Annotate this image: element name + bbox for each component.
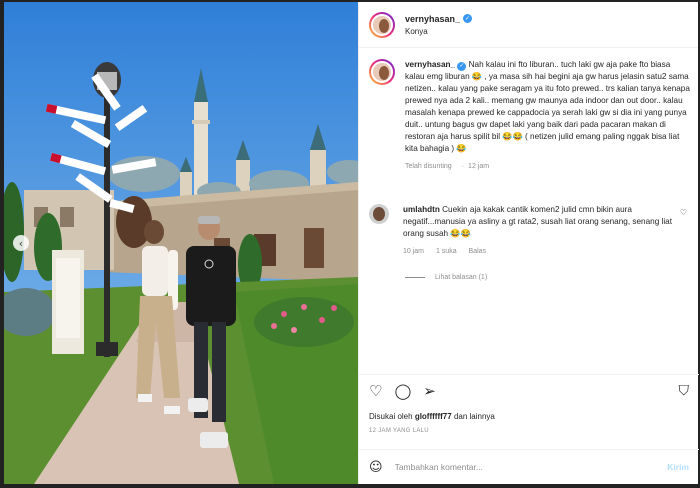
caption-edited-label: Telah disunting (405, 163, 452, 170)
comment-item: umlahdtn Cuekin aja kakak cantik komen2 … (369, 204, 691, 258)
post-comment-button[interactable]: Kirim (667, 462, 689, 472)
chevron-left-icon[interactable]: ‹ (13, 235, 29, 251)
post-photo: ‹ (4, 2, 358, 484)
photo-illustration (4, 2, 358, 484)
heart-icon[interactable]: ♡ (369, 383, 382, 399)
caption-username[interactable]: vernyhasan_ (405, 60, 455, 69)
reply-button[interactable]: Balas (469, 248, 487, 255)
avatar[interactable] (369, 204, 389, 224)
post-header: vernyhasan_ ✓ Konya (359, 2, 698, 48)
post-actions: ♡ ◯ ➢ ⛉ Disukai oleh gloffffff77 dan lai… (359, 374, 699, 444)
view-replies-button[interactable]: Lihat balasan (1) (405, 274, 487, 281)
post-location[interactable]: Konya (405, 27, 472, 36)
instagram-post-modal: ‹ vernyhasan_ ✓ Konya vernyhasan_ ✓ Nah … (0, 0, 700, 488)
avatar[interactable] (369, 11, 395, 38)
emoji-icon[interactable]: ☺ (369, 460, 383, 475)
heart-icon[interactable]: ♡ (680, 208, 687, 217)
liked-by-user[interactable]: gloffffff77 (415, 412, 452, 421)
post-side-panel: vernyhasan_ ✓ Konya vernyhasan_ ✓ Nah ka… (358, 2, 699, 484)
comment-time[interactable]: 10 jam (403, 248, 424, 255)
verified-badge-icon: ✓ (463, 14, 473, 23)
avatar[interactable] (369, 59, 395, 85)
comment-username[interactable]: umlahdtn (403, 205, 440, 214)
comment-icon[interactable]: ◯ (394, 383, 411, 399)
post-timestamp[interactable]: 12 JAM YANG LALU (369, 428, 429, 434)
comment-input[interactable] (394, 462, 645, 472)
caption-item: vernyhasan_ ✓ Nah kalau ini fto liburan.… (369, 59, 691, 173)
bookmark-icon[interactable]: ⛉ (679, 383, 690, 399)
caption-time[interactable]: 12 jam (468, 163, 489, 170)
comments-list: vernyhasan_ ✓ Nah kalau ini fto liburan.… (359, 49, 699, 374)
share-icon[interactable]: ➢ (423, 383, 436, 399)
liked-by-others[interactable]: dan lainnya (454, 412, 495, 421)
view-replies-label: Lihat balasan (1) (435, 274, 488, 281)
caption-text: Nah kalau ini fto liburan.. tuch laki gw… (405, 60, 690, 153)
comment-text: Cuekin aja kakak cantik komen2 julid cmn… (403, 205, 672, 238)
comment-likes[interactable]: 1 suka (436, 248, 457, 255)
verified-badge-icon: ✓ (457, 61, 467, 71)
add-comment-bar: ☺ Kirim (359, 449, 699, 484)
likes-summary: Disukai oleh gloffffff77 dan lainnya (369, 412, 495, 421)
liked-by-prefix: Disukai oleh (369, 412, 413, 421)
header-username[interactable]: vernyhasan_ (405, 14, 460, 24)
